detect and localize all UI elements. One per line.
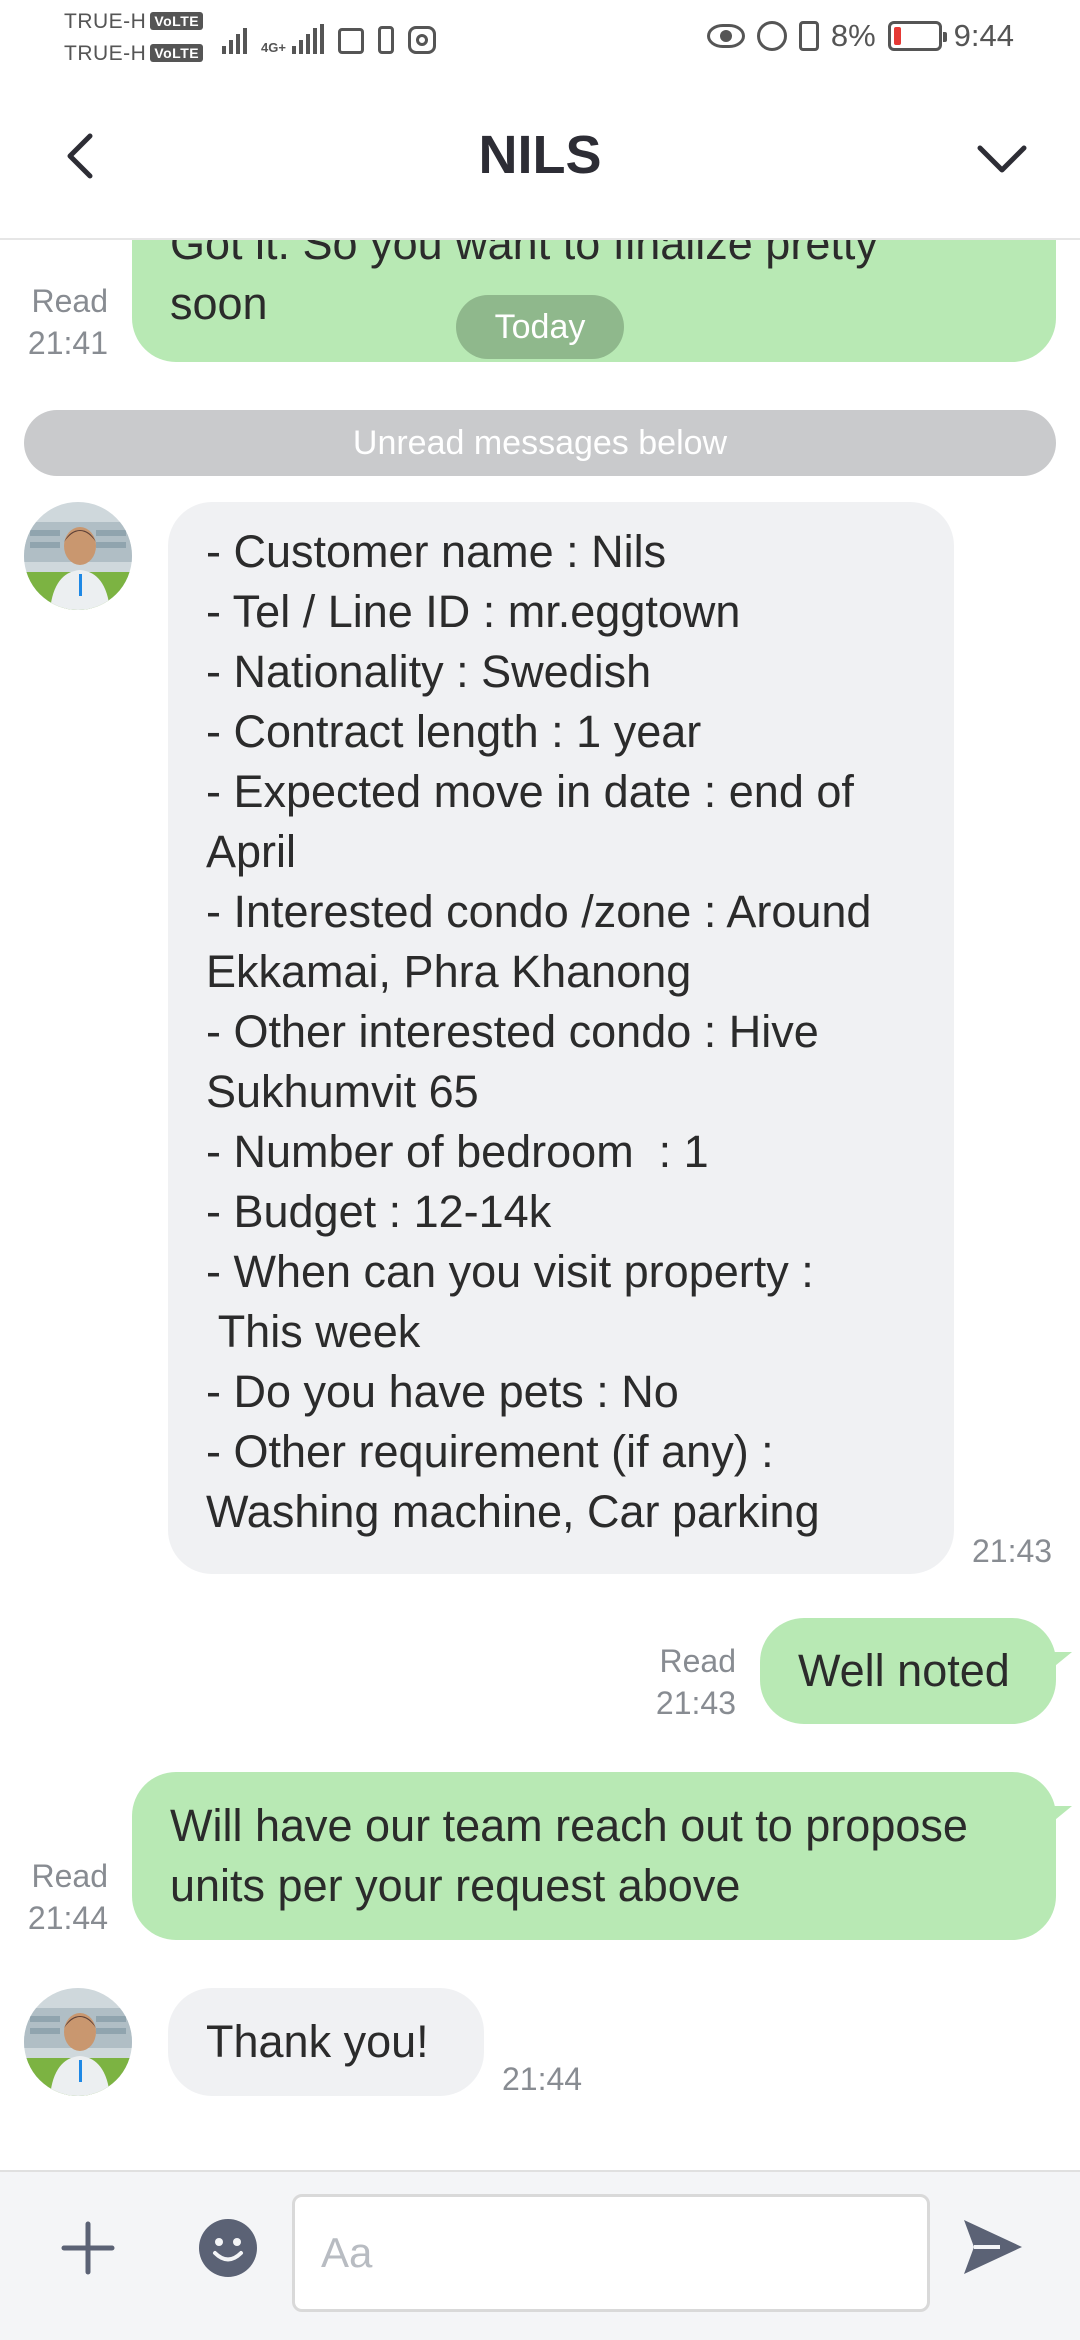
avatar[interactable] bbox=[24, 1988, 132, 2096]
message-text: - Expected move in date : end of bbox=[206, 766, 854, 817]
date-separator: Today bbox=[456, 295, 624, 359]
alarm-icon bbox=[756, 21, 787, 51]
message-bubble-incoming[interactable]: Thank you! bbox=[168, 1988, 484, 2096]
message-text: Well noted bbox=[798, 1645, 1010, 1696]
emoji-icon[interactable] bbox=[198, 2218, 258, 2278]
message-text: - When can you visit property : bbox=[206, 1246, 814, 1297]
message-text: - Nationality : Swedish bbox=[206, 646, 652, 697]
battery-percent: 8% bbox=[830, 18, 876, 53]
message-text: Washing machine, Car parking bbox=[206, 1486, 820, 1537]
message-text: - Do you have pets : No bbox=[206, 1366, 679, 1417]
message-bubble-outgoing[interactable]: Well noted bbox=[760, 1618, 1056, 1724]
message-bubble-incoming[interactable]: - Customer name : Nils - Tel / Line ID :… bbox=[168, 502, 954, 1574]
message-text: - Interested condo /zone : Around bbox=[206, 886, 872, 937]
composer-bar bbox=[0, 2170, 1080, 2340]
message-text: Will have our team reach out to propose bbox=[170, 1800, 968, 1851]
carrier-1: TRUE-H VoLTE bbox=[64, 10, 204, 34]
signal-icon bbox=[222, 24, 247, 54]
message-time: 21:43 bbox=[972, 1533, 1053, 1569]
bubble-tail bbox=[1050, 1806, 1072, 1824]
message-text: April bbox=[206, 826, 297, 877]
message-time: 21:44 bbox=[502, 2061, 583, 2097]
message-text: This week bbox=[206, 1306, 421, 1357]
message-text: Got it. So you want to finalize pretty bbox=[170, 240, 878, 269]
message-input[interactable] bbox=[292, 2194, 930, 2312]
phone-icon bbox=[377, 26, 394, 54]
plus-icon[interactable] bbox=[58, 2218, 118, 2278]
avatar[interactable] bbox=[24, 502, 132, 610]
clock: 9:44 bbox=[953, 18, 1014, 53]
battery-icon bbox=[887, 21, 947, 51]
message-text: units per your request above bbox=[170, 1860, 741, 1911]
chat-header: NILS bbox=[0, 76, 1080, 240]
message-meta: Read 21:44 bbox=[27, 1858, 108, 1936]
page-title: NILS bbox=[478, 125, 602, 185]
instagram-icon bbox=[407, 26, 436, 54]
status-icons-right: 8% 9:44 bbox=[706, 16, 1014, 56]
network-type: 4G+ bbox=[261, 40, 286, 55]
sim-icon bbox=[337, 28, 364, 54]
chevron-down-icon[interactable] bbox=[972, 128, 1032, 188]
message-text: - Other requirement (if any) : bbox=[206, 1426, 774, 1477]
vibrate-icon bbox=[798, 21, 819, 51]
message-meta: Read 21:43 bbox=[655, 1643, 736, 1721]
message-text: - Contract length : 1 year bbox=[206, 706, 702, 757]
message-text: Sukhumvit 65 bbox=[206, 1066, 479, 1117]
eye-icon bbox=[706, 24, 745, 48]
message-list[interactable]: Read 21:41 Got it. So you want to finali… bbox=[0, 240, 1080, 2170]
message-text: - Number of bedroom : 1 bbox=[206, 1126, 709, 1177]
message-text: - Other interested condo : Hive bbox=[206, 1006, 819, 1057]
send-icon[interactable] bbox=[960, 2214, 1026, 2280]
message-text: - Tel / Line ID : mr.eggtown bbox=[206, 586, 741, 637]
carrier-2: TRUE-H VoLTE bbox=[64, 42, 204, 66]
network-signal-icon bbox=[291, 24, 324, 54]
message-text: Ekkamai, Phra Khanong bbox=[206, 946, 692, 997]
bubble-tail bbox=[1050, 1652, 1072, 1670]
message-meta: Read 21:41 bbox=[27, 283, 108, 361]
status-icons-left: 4G+ bbox=[222, 18, 436, 54]
message-text: Thank you! bbox=[206, 2016, 429, 2067]
unread-banner: Unread messages below bbox=[24, 410, 1056, 476]
status-bar: TRUE-H VoLTE TRUE-H VoLTE 4G+ 8% 9:44 bbox=[0, 0, 1080, 76]
message-bubble-outgoing[interactable]: Will have our team reach out to propose … bbox=[132, 1772, 1056, 1940]
message-text: - Customer name : Nils bbox=[206, 526, 667, 577]
message-text: - Budget : 12-14k bbox=[206, 1186, 552, 1237]
